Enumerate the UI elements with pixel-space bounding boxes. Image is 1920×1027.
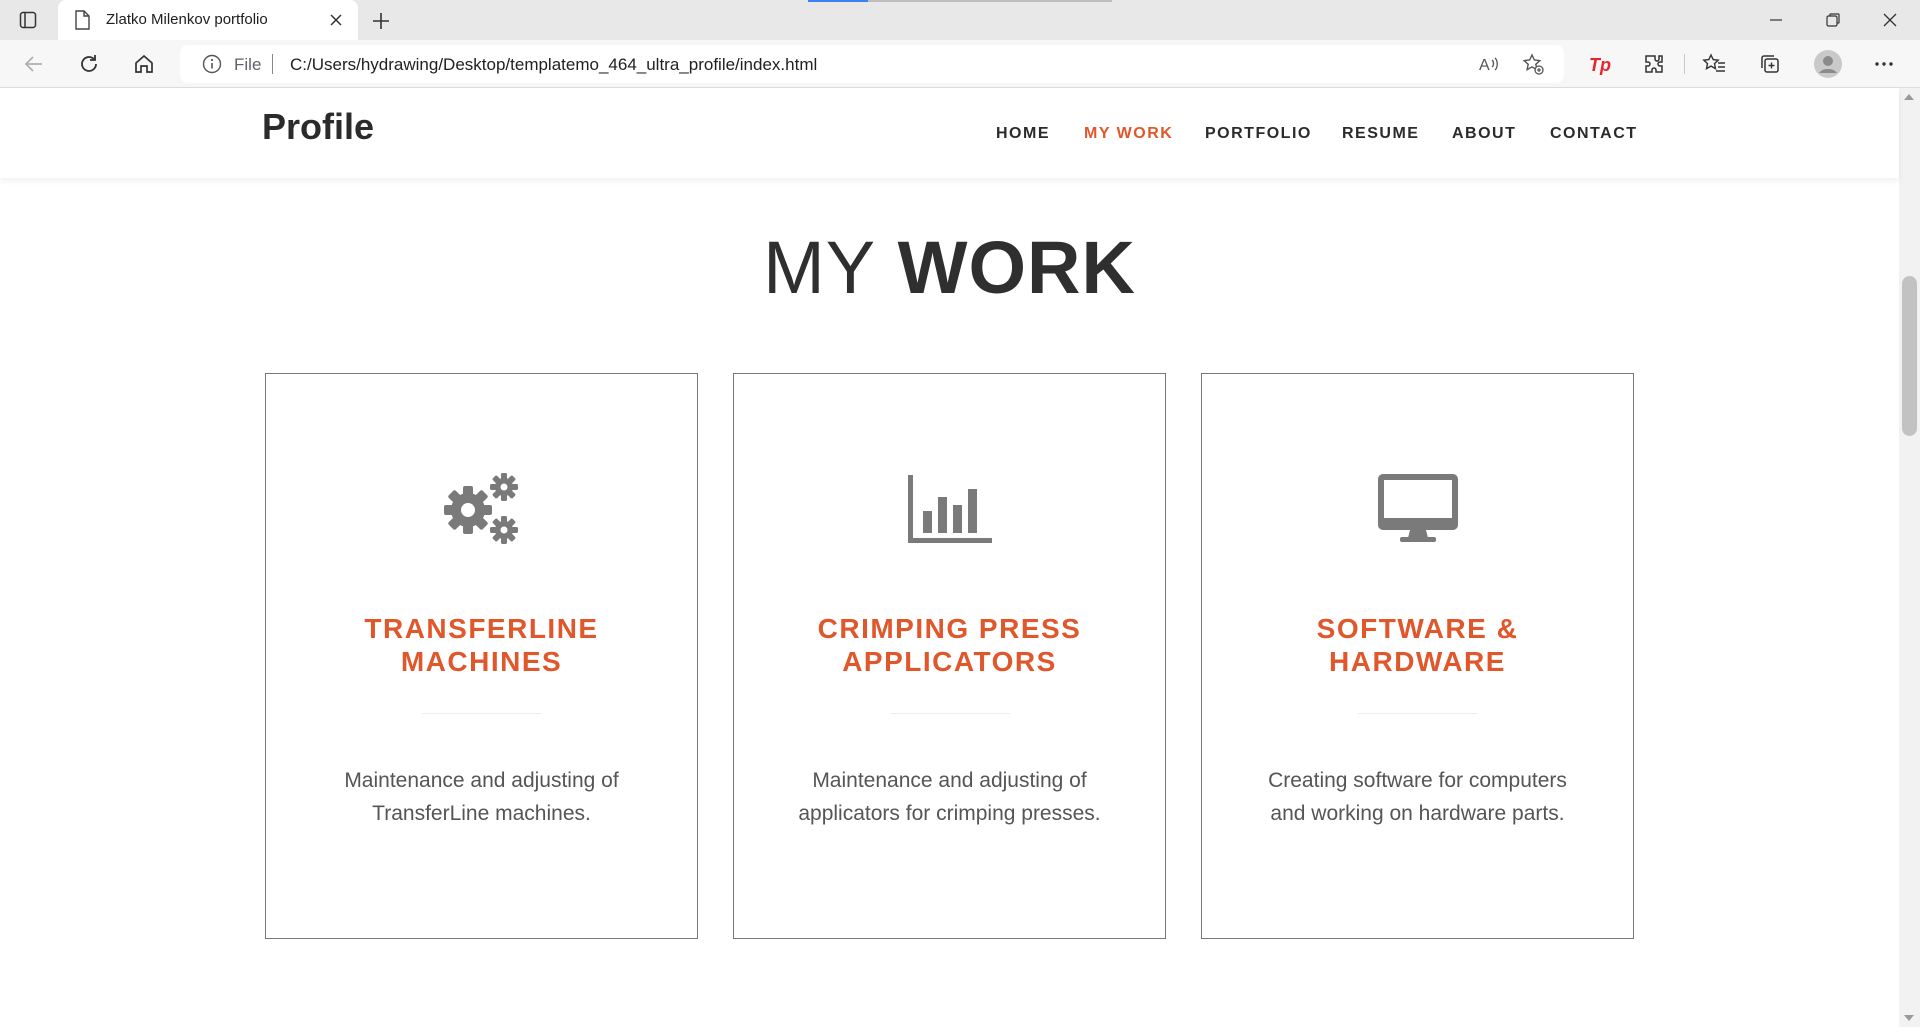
- card-description-line1: Creating software for computers: [1268, 769, 1567, 792]
- extensions-icon[interactable]: [1642, 52, 1666, 76]
- home-icon[interactable]: [132, 52, 156, 76]
- service-card-transferline: TRANSFERLINE MACHINES Maintenance and ad…: [265, 373, 698, 939]
- svg-text:A: A: [1479, 57, 1490, 74]
- maximize-icon[interactable]: [1810, 6, 1856, 34]
- nav-portfolio[interactable]: PORTFOLIO: [1205, 125, 1312, 143]
- page-icon: [74, 10, 90, 35]
- address-url[interactable]: C:/Users/hydrawing/Desktop/templatemo_46…: [290, 55, 817, 75]
- nav-resume[interactable]: RESUME: [1342, 125, 1419, 143]
- card-description-line2: TransferLine machines.: [372, 802, 591, 825]
- site-logo[interactable]: Profile: [262, 106, 374, 148]
- card-title-line1: CRIMPING PRESS: [817, 613, 1082, 644]
- card-title: SOFTWARE & HARDWARE: [1222, 612, 1613, 678]
- address-bar[interactable]: File C:/Users/hydrawing/Desktop/template…: [180, 45, 1564, 83]
- card-title-line1: TRANSFERLINE: [364, 613, 599, 644]
- add-favorite-icon[interactable]: [1522, 53, 1544, 75]
- more-icon[interactable]: [1872, 52, 1896, 76]
- back-icon[interactable]: [22, 52, 46, 76]
- close-icon[interactable]: [326, 10, 346, 30]
- card-description-line2: and working on hardware parts.: [1270, 802, 1565, 825]
- service-card-crimping: CRIMPING PRESS APPLICATORS Maintenance a…: [733, 373, 1166, 939]
- card-divider: [1358, 713, 1478, 714]
- browser-tab-bar: Zlatko Milenkov portfolio: [0, 0, 1920, 40]
- close-window-icon[interactable]: [1867, 6, 1913, 34]
- desktop-icon: [1202, 464, 1633, 554]
- card-divider: [890, 713, 1010, 714]
- collections-icon[interactable]: [1758, 52, 1782, 76]
- gears-icon: [266, 464, 697, 554]
- section-title: MY WORK: [0, 225, 1899, 310]
- card-title-line2: MACHINES: [400, 646, 563, 677]
- scroll-thumb[interactable]: [1902, 276, 1917, 436]
- new-tab-icon[interactable]: [368, 8, 394, 34]
- nav-about[interactable]: ABOUT: [1452, 125, 1516, 143]
- nav-contact[interactable]: CONTACT: [1550, 125, 1638, 143]
- address-scheme: File: [234, 55, 262, 74]
- site-header: Profile HOME MY WORK PORTFOLIO RESUME AB…: [0, 88, 1899, 178]
- address-toolbar: File C:/Users/hydrawing/Desktop/template…: [0, 40, 1920, 88]
- section-title-bold: WORK: [897, 226, 1136, 309]
- favorites-icon[interactable]: [1702, 52, 1726, 76]
- card-description: Maintenance and adjusting of TransferLin…: [296, 764, 667, 830]
- card-description: Maintenance and adjusting of applicators…: [764, 764, 1135, 830]
- card-title-line1: SOFTWARE &: [1316, 613, 1519, 644]
- card-description-line2: applicators for crimping presses.: [798, 802, 1101, 825]
- toolbar-separator: [1684, 54, 1685, 74]
- address-separator: [272, 54, 273, 74]
- svg-text:Tp: Tp: [1589, 55, 1611, 75]
- loading-indicator: [808, 0, 868, 2]
- card-description: Creating software for computers and work…: [1232, 764, 1603, 830]
- page-scrollbar[interactable]: [1899, 88, 1920, 1027]
- scroll-down-arrow-icon[interactable]: [1904, 1015, 1914, 1021]
- card-description-line1: Maintenance and adjusting of: [344, 769, 619, 792]
- minimize-icon[interactable]: [1753, 6, 1799, 34]
- read-aloud-icon[interactable]: A: [1478, 53, 1500, 75]
- tab-actions-icon[interactable]: [18, 10, 38, 30]
- section-title-light: MY: [763, 226, 877, 309]
- scroll-up-arrow-icon[interactable]: [1904, 94, 1914, 100]
- card-title-line2: APPLICATORS: [842, 646, 1057, 677]
- service-card-software: SOFTWARE & HARDWARE Creating software fo…: [1201, 373, 1634, 939]
- card-title: TRANSFERLINE MACHINES: [286, 612, 677, 678]
- tab-title: Zlatko Milenkov portfolio: [106, 11, 268, 28]
- bar-chart-icon: [734, 464, 1165, 554]
- loading-track: [868, 0, 1112, 2]
- profile-icon[interactable]: [1814, 50, 1842, 78]
- tp-extension-icon[interactable]: Tp: [1588, 52, 1612, 76]
- browser-tab[interactable]: Zlatko Milenkov portfolio: [58, 0, 358, 40]
- card-title: CRIMPING PRESS APPLICATORS: [754, 612, 1145, 678]
- nav-my-work[interactable]: MY WORK: [1084, 125, 1173, 143]
- nav-home[interactable]: HOME: [996, 125, 1050, 143]
- card-title-line2: HARDWARE: [1329, 646, 1506, 677]
- card-description-line1: Maintenance and adjusting of: [812, 769, 1087, 792]
- info-icon[interactable]: [202, 54, 222, 79]
- reload-icon[interactable]: [77, 52, 101, 76]
- card-divider: [422, 713, 542, 714]
